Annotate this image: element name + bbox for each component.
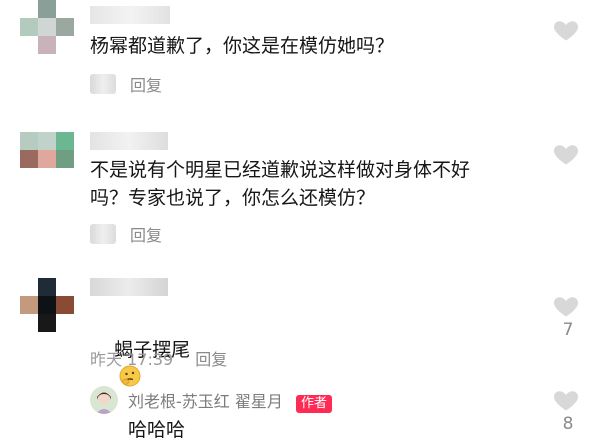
heart-icon[interactable] [552, 292, 580, 320]
avatar-blurred[interactable] [20, 0, 76, 56]
comment-1: 杨幂都道歉了，你这是在模仿她吗？ 回复 [0, 0, 600, 110]
heart-icon[interactable] [552, 16, 580, 44]
comment-text: 不是说有个明星已经道歉说这样做对身体不好 吗？专家也说了，你怎么还模仿？ [90, 159, 471, 209]
username-blurred[interactable] [90, 278, 168, 296]
like-count: 7 [562, 320, 574, 340]
avatar[interactable] [90, 386, 118, 414]
username-blurred[interactable] [90, 6, 170, 24]
reply-username[interactable]: 刘老根-苏玉红 翟星月 [128, 392, 283, 411]
author-reply: 刘老根-苏玉红 翟星月 作者 哈哈哈 8 [0, 384, 600, 444]
reply-button[interactable]: 回复 [195, 346, 227, 370]
comment-meta: 昨天 17:39 回复 [90, 346, 227, 370]
username-blurred[interactable] [90, 132, 168, 150]
like-count: 8 [562, 414, 574, 434]
comment-3: 蝎子摆尾 昨天 17:39 回复 7 [0, 276, 600, 387]
comment-meta: 回复 [90, 72, 162, 96]
time-blurred [90, 74, 116, 94]
reply-header: 刘老根-苏玉红 翟星月 作者 [128, 388, 332, 413]
reply-text: 哈哈哈 [128, 419, 186, 441]
author-badge: 作者 [295, 395, 332, 413]
comment-time: 昨天 17:39 [90, 350, 174, 369]
reply-button[interactable]: 回复 [130, 72, 162, 96]
comment-2: 不是说有个明星已经道歉说这样做对身体不好 吗？专家也说了，你怎么还模仿？ 回复 [0, 124, 600, 254]
avatar-blurred[interactable] [20, 132, 76, 188]
heart-icon[interactable] [552, 140, 580, 168]
avatar-blurred[interactable] [20, 278, 76, 334]
comment-text: 杨幂都道歉了，你这是在模仿她吗？ [90, 35, 395, 57]
comment-meta: 回复 [90, 222, 162, 246]
heart-icon[interactable] [552, 386, 580, 414]
reply-button[interactable]: 回复 [130, 222, 162, 246]
time-blurred [90, 224, 116, 244]
